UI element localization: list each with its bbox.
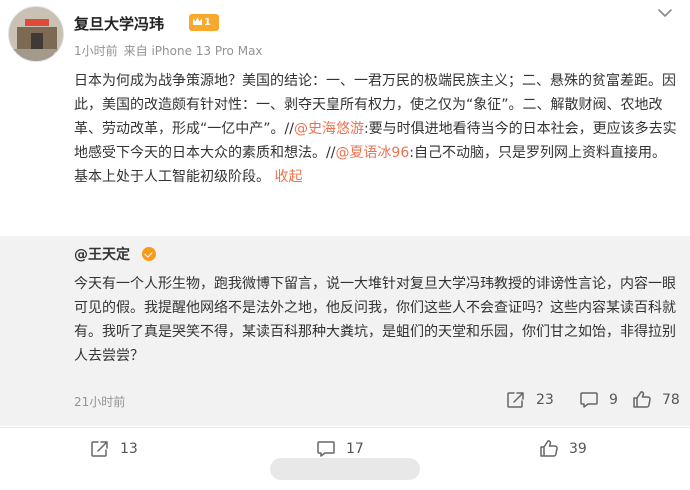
mention-link[interactable]: @夏语冰96 bbox=[335, 145, 409, 161]
repost-icon bbox=[91, 441, 108, 457]
comment-button[interactable]: 17 bbox=[316, 440, 364, 458]
comment-icon bbox=[580, 392, 598, 408]
post-source: 来自 iPhone 13 Pro Max bbox=[123, 44, 263, 58]
repost-like-button[interactable]: 78 bbox=[632, 390, 680, 409]
more-chevron-icon[interactable] bbox=[656, 6, 674, 20]
avatar-sign-shape bbox=[25, 19, 49, 26]
mention-link[interactable]: @史海悠游 bbox=[294, 121, 364, 137]
post-meta: 1小时前 来自 iPhone 13 Pro Max bbox=[74, 42, 269, 59]
watermark-overlay bbox=[270, 458, 420, 480]
weibo-post: 复旦大学冯玮 1 1小时前 来自 iPhone 13 Pro Max 日本为何成为… bbox=[0, 0, 690, 490]
repost-icon bbox=[507, 392, 524, 408]
avatar-door-shape bbox=[31, 33, 43, 49]
repost-author[interactable]: @王天定 bbox=[74, 244, 130, 264]
like-button[interactable]: 39 bbox=[539, 439, 587, 458]
like-icon bbox=[633, 391, 651, 408]
level-badge[interactable]: 1 bbox=[189, 14, 219, 31]
repost-time[interactable]: 21小时前 bbox=[74, 393, 125, 410]
repost-text: 今天有一个人形生物，跑我微博下留言，说一大堆针对复旦大学冯玮教授的诽谤性言论，内… bbox=[74, 276, 676, 364]
post-time[interactable]: 1小时前 bbox=[74, 44, 118, 58]
comment-icon bbox=[317, 441, 335, 457]
repost-count: 13 bbox=[120, 441, 138, 457]
author-name[interactable]: 复旦大学冯玮 bbox=[74, 13, 164, 34]
comment-count: 17 bbox=[346, 441, 364, 457]
avatar-badge-icon bbox=[53, 51, 63, 61]
like-count: 78 bbox=[662, 391, 680, 408]
verified-icon bbox=[142, 247, 156, 261]
like-count: 39 bbox=[569, 440, 587, 457]
action-divider bbox=[0, 427, 690, 428]
comment-count: 9 bbox=[609, 392, 618, 408]
repost-comment-button[interactable]: 9 bbox=[579, 391, 618, 409]
level-number: 1 bbox=[204, 17, 211, 28]
author-avatar[interactable] bbox=[8, 6, 64, 62]
collapse-link[interactable]: 收起 bbox=[274, 169, 302, 185]
post-text: 日本为何成为战争策源地？美国的结论：一、一君万民的极端民族主义；二、悬殊的贫富差… bbox=[74, 69, 678, 189]
repost-button[interactable]: 13 bbox=[90, 440, 138, 458]
repost-count: 23 bbox=[536, 392, 554, 408]
repost-repost-button[interactable]: 23 bbox=[506, 391, 554, 409]
crown-icon bbox=[193, 17, 202, 25]
like-icon bbox=[540, 440, 558, 457]
